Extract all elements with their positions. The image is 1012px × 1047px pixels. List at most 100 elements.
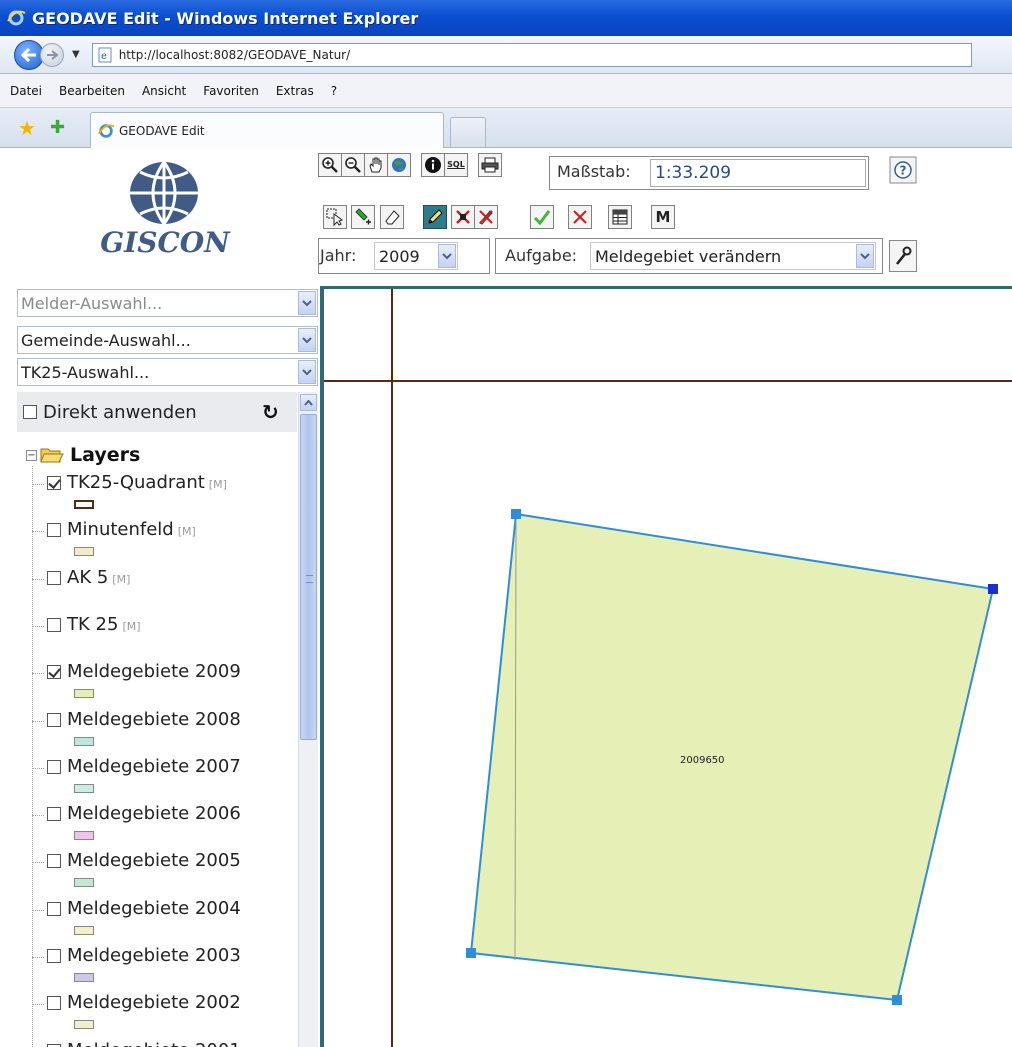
layer-name[interactable]: AK 5: [67, 567, 108, 588]
zoom-in-button[interactable]: [318, 153, 342, 177]
layer-name[interactable]: TK25-Quadrant: [67, 472, 205, 493]
history-dropdown-icon[interactable]: ▼: [72, 49, 80, 60]
vertex-handle[interactable]: [466, 948, 476, 958]
year-value: 2009: [379, 246, 420, 266]
scroll-up-button[interactable]: [300, 394, 317, 411]
layer-name[interactable]: Meldegebiete 2009: [67, 661, 241, 682]
layer-checkbox[interactable]: [47, 475, 61, 490]
gemeinde-select[interactable]: Gemeinde-Auswahl...: [17, 326, 318, 354]
layer-scrollbar[interactable]: [298, 392, 318, 1047]
layer-checkbox[interactable]: [47, 522, 61, 537]
layer-name[interactable]: Meldegebiete 2008: [67, 709, 241, 730]
vertex-handle[interactable]: [988, 584, 998, 594]
layer-name[interactable]: Meldegebiete 2003: [67, 945, 241, 966]
print-button[interactable]: [478, 153, 502, 177]
forward-button[interactable]: [40, 42, 64, 67]
layer-name[interactable]: Meldegebiete 2002: [67, 992, 241, 1013]
map-svg[interactable]: [324, 289, 1012, 1047]
pan-button[interactable]: [364, 153, 388, 177]
layer-name[interactable]: Meldegebiete 2005: [67, 850, 241, 871]
refresh-icon[interactable]: ↻: [262, 400, 279, 424]
address-bar: ▼ e http://localhost:8082/GEODAVE_Natur/: [0, 36, 1012, 74]
sql-query-button[interactable]: SQL: [444, 153, 468, 177]
folder-open-icon: [40, 448, 64, 463]
menu-bearbeiten[interactable]: Bearbeiten: [59, 84, 125, 98]
edit-geometry-button[interactable]: [423, 205, 447, 229]
tab-geodave-edit[interactable]: GEODAVE Edit: [90, 112, 444, 148]
close-icon: [573, 210, 587, 224]
menu-help[interactable]: ?: [331, 84, 337, 98]
layer-checkbox[interactable]: [47, 617, 61, 632]
menu-favoriten[interactable]: Favoriten: [203, 84, 259, 98]
task-select[interactable]: Meldegebiet verändern: [590, 242, 876, 270]
layer-name[interactable]: Meldegebiete 2001: [67, 1040, 241, 1047]
layer-row: Meldegebiete 2009: [47, 661, 241, 682]
layer-row: TK25-Quadrant [M]: [47, 472, 227, 493]
meldegebiet-polygon[interactable]: [469, 512, 995, 1002]
layer-checkbox[interactable]: [47, 712, 61, 727]
layer-checkbox[interactable]: [47, 664, 61, 679]
tree-connector: [32, 768, 44, 769]
tree-connector: [32, 531, 44, 532]
layer-name[interactable]: TK 25: [67, 614, 118, 635]
globe-logo-icon: [130, 161, 198, 225]
layer-checkbox[interactable]: [47, 759, 61, 774]
direkt-anwenden-row: Direkt anwenden: [17, 392, 297, 432]
tree-guide-line: [32, 466, 33, 1047]
tk25-select[interactable]: TK25-Auswahl...: [17, 358, 318, 386]
menu-datei[interactable]: Datei: [10, 84, 42, 98]
collapse-toggle[interactable]: −: [26, 449, 37, 461]
direkt-anwenden-checkbox[interactable]: [23, 405, 37, 419]
layers-tree-root[interactable]: − Layers: [26, 444, 140, 466]
layer-checkbox[interactable]: [47, 948, 61, 963]
select-feature-button[interactable]: [323, 205, 347, 229]
layer-checkbox[interactable]: [47, 806, 61, 821]
tab-bar: ★ ✚ GEODAVE Edit: [0, 108, 1012, 148]
tree-connector: [32, 910, 44, 911]
map-canvas[interactable]: 2009650: [320, 286, 1012, 1047]
zoom-out-button[interactable]: [341, 153, 365, 177]
layer-legend-swatch: [74, 689, 94, 698]
menu-ansicht[interactable]: Ansicht: [142, 84, 186, 98]
pencil-icon: [428, 209, 443, 224]
delete-node-button[interactable]: [451, 205, 475, 229]
year-select[interactable]: 2009: [374, 242, 458, 270]
accept-button[interactable]: [530, 205, 554, 229]
add-favorite-icon[interactable]: ✚: [50, 118, 65, 138]
eraser-button[interactable]: [380, 205, 404, 229]
new-tab-button[interactable]: [450, 117, 486, 147]
layer-name[interactable]: Minutenfeld: [67, 519, 174, 540]
delete-geometry-button[interactable]: [474, 205, 498, 229]
add-node-button[interactable]: [351, 205, 375, 229]
m-button[interactable]: M: [651, 205, 675, 229]
layer-checkbox[interactable]: [47, 570, 61, 585]
settings-button[interactable]: [889, 240, 917, 272]
vertex-handle[interactable]: [511, 509, 521, 519]
layer-name[interactable]: Meldegebiete 2006: [67, 803, 241, 824]
melder-select[interactable]: Melder-Auswahl...: [17, 289, 318, 317]
wrench-icon: [895, 246, 912, 265]
layer-checkbox[interactable]: [47, 901, 61, 916]
vertex-handle[interactable]: [892, 995, 902, 1005]
full-extent-button[interactable]: [387, 153, 411, 177]
eraser-icon: [385, 210, 400, 225]
task-value: Meldegebiet verändern: [595, 246, 782, 266]
cancel-button[interactable]: [568, 205, 592, 229]
favorites-star-icon[interactable]: ★: [18, 118, 36, 138]
scroll-thumb[interactable]: [300, 414, 317, 740]
table-button[interactable]: [608, 205, 632, 229]
layer-checkbox[interactable]: [47, 1043, 61, 1047]
info-button[interactable]: [421, 153, 445, 177]
url-field[interactable]: e http://localhost:8082/GEODAVE_Natur/: [91, 42, 972, 67]
layer-checkbox[interactable]: [47, 853, 61, 868]
melder-select-value: Melder-Auswahl...: [21, 293, 163, 313]
select-arrow-icon: [326, 208, 344, 226]
layer-legend-swatch: [74, 926, 94, 935]
layer-checkbox[interactable]: [47, 995, 61, 1010]
scale-input[interactable]: [650, 159, 866, 187]
layer-name[interactable]: Meldegebiete 2007: [67, 756, 241, 777]
help-button[interactable]: ?: [889, 156, 917, 184]
layer-name[interactable]: Meldegebiete 2004: [67, 898, 241, 919]
window-title: GEODAVE Edit - Windows Internet Explorer: [32, 8, 419, 28]
menu-extras[interactable]: Extras: [276, 84, 314, 98]
